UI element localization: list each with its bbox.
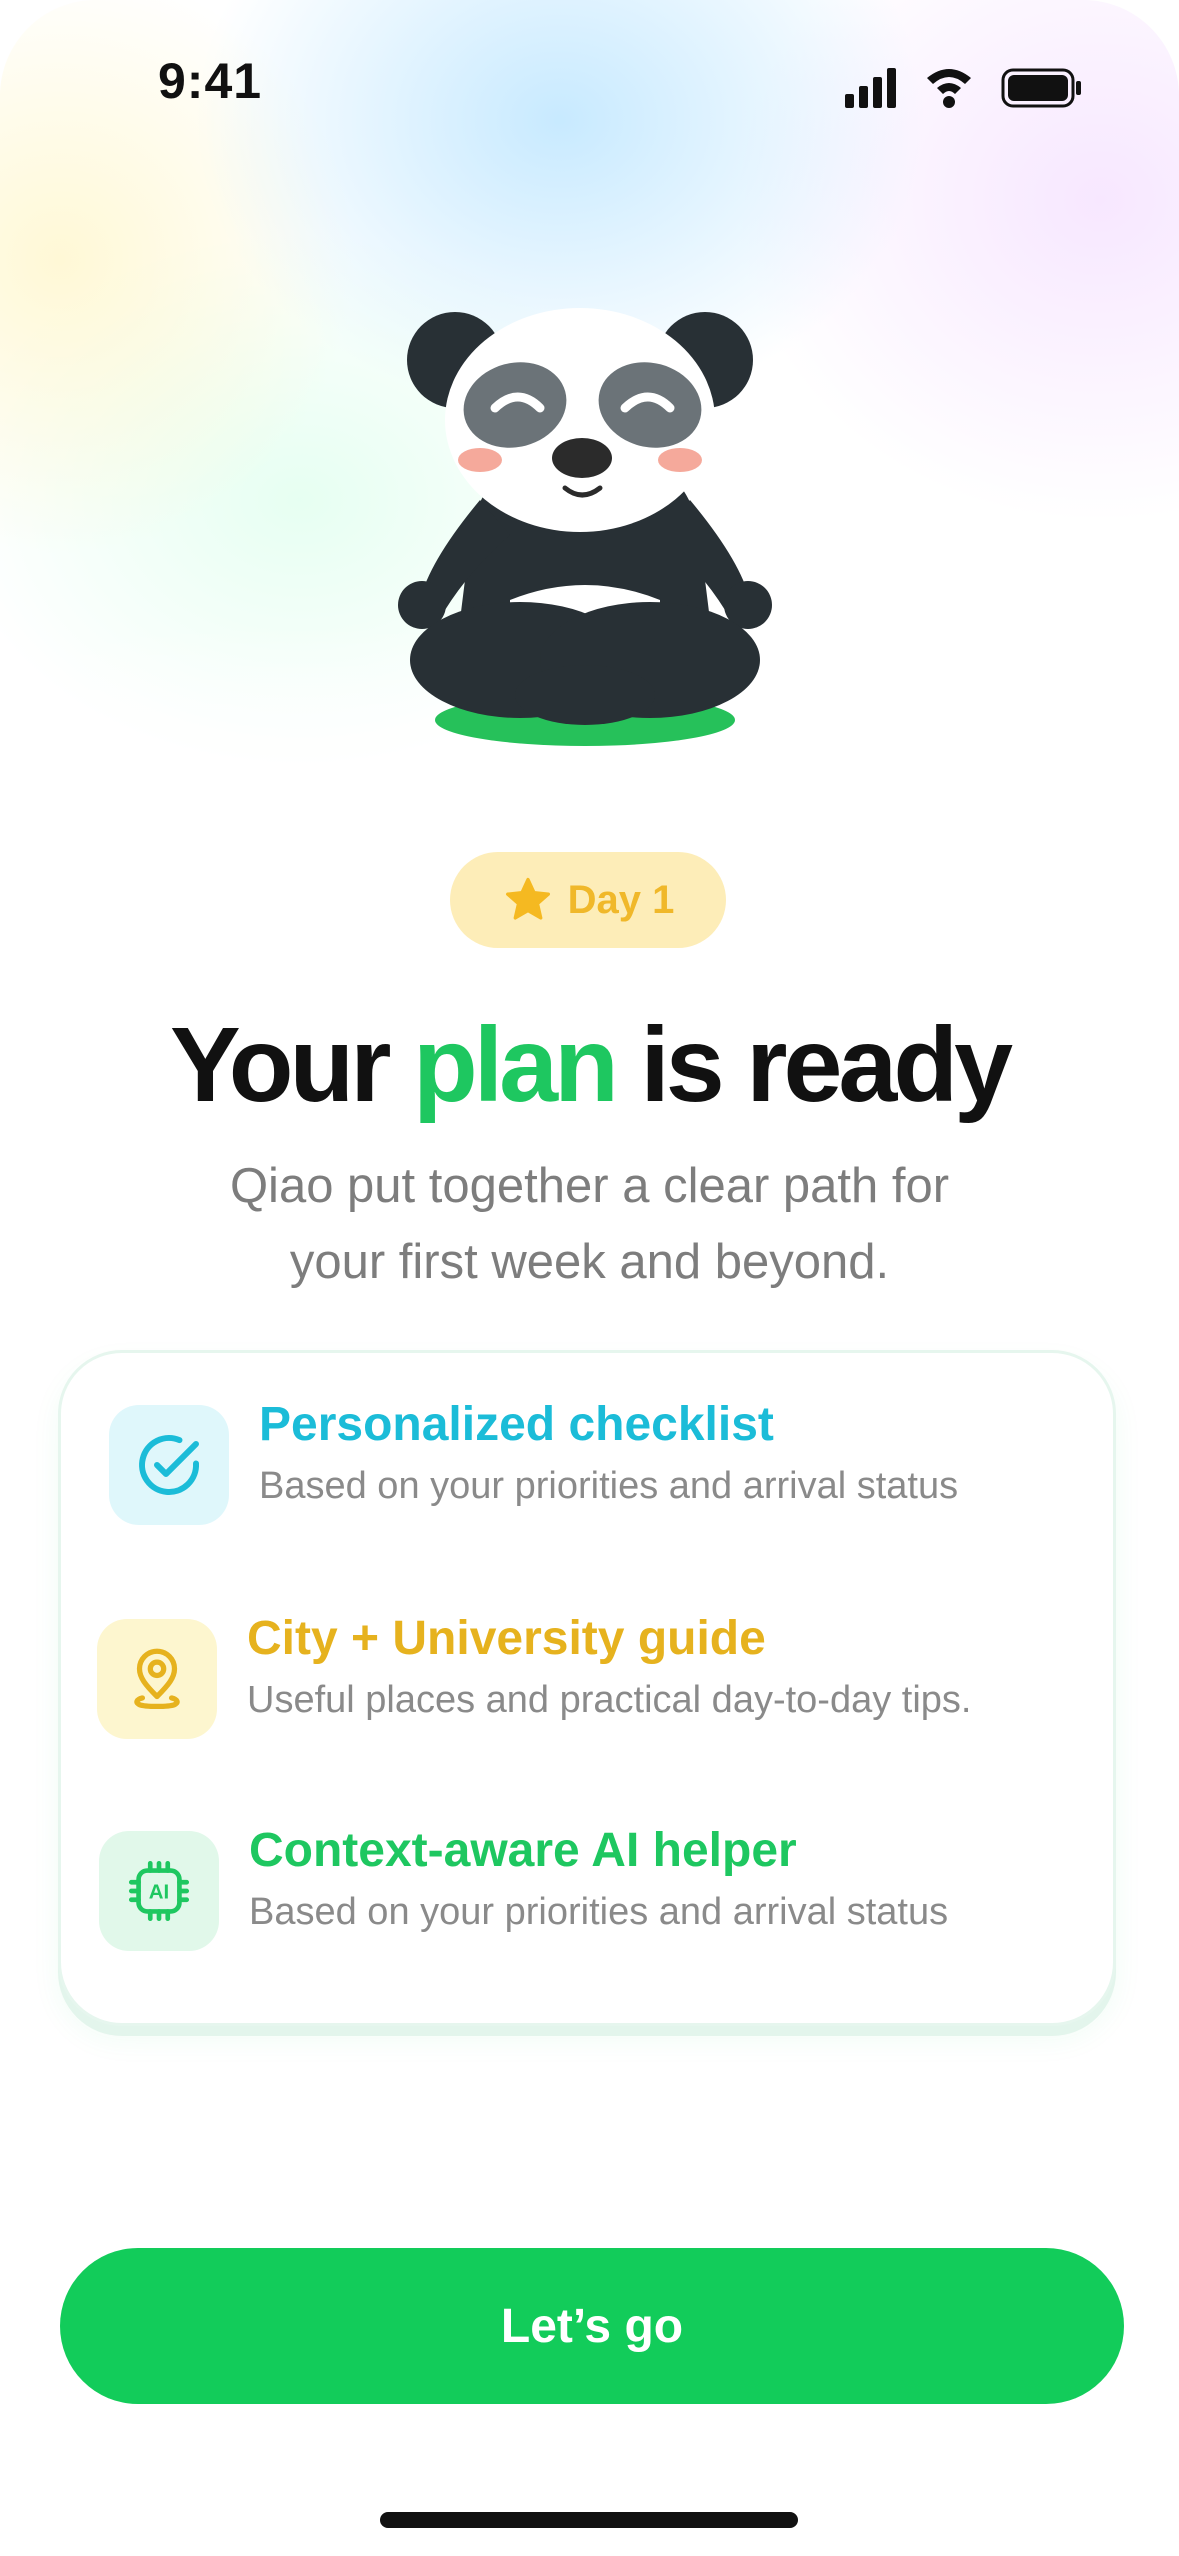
status-time: 9:41 bbox=[158, 53, 263, 109]
subtitle-line-2: your first week and beyond. bbox=[289, 1235, 890, 1289]
signal-icon bbox=[845, 68, 896, 108]
feature-city-university-guide: City + University guide Useful places an… bbox=[97, 1612, 972, 1739]
check-circle-icon bbox=[109, 1405, 229, 1525]
feature-title: City + University guide bbox=[247, 1612, 766, 1665]
battery-icon bbox=[1001, 68, 1081, 108]
svg-text:AI: AI bbox=[149, 1882, 169, 1904]
feature-title: Personalized checklist bbox=[259, 1398, 774, 1451]
feature-description: Useful places and practical day-to-day t… bbox=[247, 1679, 972, 1721]
page-title: Your plan is ready bbox=[0, 1000, 1179, 1130]
feature-title: Context-aware AI helper bbox=[249, 1824, 797, 1877]
home-indicator[interactable] bbox=[380, 2512, 798, 2528]
title-accent: plan bbox=[412, 1006, 619, 1124]
title-part-1: Your bbox=[169, 1006, 392, 1124]
ai-chip-icon: AI bbox=[99, 1831, 219, 1951]
lets-go-button[interactable]: Let’s go bbox=[60, 2248, 1124, 2404]
panda-mascot bbox=[398, 308, 772, 746]
feature-card: Personalized checklist Based on your pri… bbox=[58, 1350, 1116, 2026]
wifi-icon bbox=[927, 69, 971, 108]
app-screen: 9:41 Day 1 Your plan is ready Qiao put t… bbox=[0, 0, 1179, 2556]
day-badge: Day 1 bbox=[450, 852, 726, 948]
feature-description: Based on your priorities and arrival sta… bbox=[249, 1891, 949, 1933]
star-icon bbox=[505, 877, 550, 920]
feature-personalized-checklist: Personalized checklist Based on your pri… bbox=[109, 1398, 959, 1525]
page-subtitle: Qiao put together a clear path for your … bbox=[140, 1148, 1039, 1300]
day-badge-label: Day 1 bbox=[567, 877, 675, 922]
title-part-2: is ready bbox=[640, 1006, 1013, 1124]
subtitle-line-1: Qiao put together a clear path for bbox=[229, 1159, 950, 1213]
feature-ai-helper: AI Context-aware AI helper Based on your… bbox=[99, 1824, 949, 1951]
map-pin-icon bbox=[97, 1619, 217, 1739]
feature-description: Based on your priorities and arrival sta… bbox=[259, 1465, 959, 1507]
status-icons bbox=[845, 68, 1081, 108]
